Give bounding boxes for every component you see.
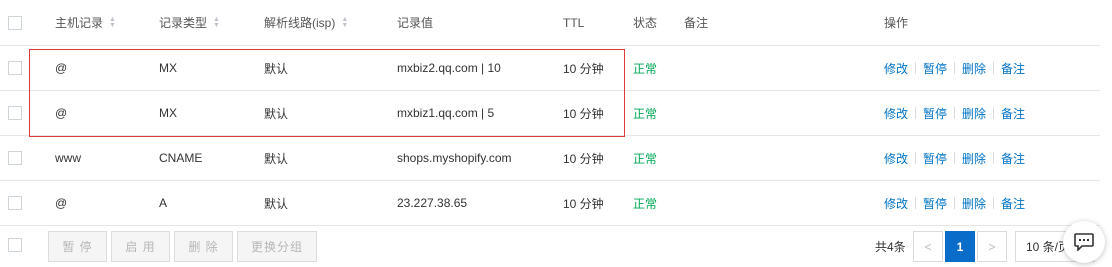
divider [954, 197, 956, 209]
pause-link[interactable]: 暂停 [923, 105, 947, 122]
divider [954, 62, 956, 74]
host-cell: @ [55, 196, 68, 210]
row-checkbox[interactable] [8, 106, 22, 120]
table-row: @ MX 默认 mxbiz2.qq.com | 10 10 分钟 正常 修改 暂… [0, 46, 1100, 91]
row-actions: 修改 暂停 删除 备注 [884, 91, 1025, 135]
table-row: @ A 默认 23.227.38.65 10 分钟 正常 修改 暂停 删除 备注 [0, 181, 1100, 226]
edit-link[interactable]: 修改 [884, 195, 908, 212]
col-type-header[interactable]: 记录类型 ▲ ▼ [159, 0, 220, 45]
col-ops-header: 操作 [884, 16, 909, 30]
batch-delete-button[interactable]: 删 除 [174, 231, 233, 262]
edit-link[interactable]: 修改 [884, 105, 908, 122]
value-cell: mxbiz1.qq.com | 5 [397, 106, 495, 120]
col-host-header[interactable]: 主机记录 ▲ ▼ [55, 0, 116, 45]
table-header: 主机记录 ▲ ▼ 记录类型 ▲ ▼ 解析线路(isp) ▲ ▼ 记录值 TTL 状态 … [0, 0, 1100, 46]
divider [915, 62, 917, 74]
batch-pause-button[interactable]: 暂 停 [48, 231, 107, 262]
remark-link[interactable]: 备注 [1001, 105, 1025, 122]
table-row: @ MX 默认 mxbiz1.qq.com | 5 10 分钟 正常 修改 暂停… [0, 91, 1100, 136]
row-actions: 修改 暂停 删除 备注 [884, 181, 1025, 225]
select-all-checkbox[interactable] [8, 15, 22, 30]
pause-link[interactable]: 暂停 [923, 60, 947, 77]
remark-link[interactable]: 备注 [1001, 195, 1025, 212]
status-cell: 正常 [633, 106, 658, 121]
delete-link[interactable]: 删除 [962, 150, 986, 167]
divider [915, 197, 917, 209]
value-cell: 23.227.38.65 [397, 196, 468, 210]
remark-link[interactable]: 备注 [1001, 60, 1025, 77]
ttl-cell: 10 分钟 [563, 61, 604, 76]
host-cell: @ [55, 61, 68, 75]
pause-link[interactable]: 暂停 [923, 195, 947, 212]
line-cell: 默认 [264, 151, 289, 166]
divider [954, 107, 956, 119]
edit-link[interactable]: 修改 [884, 60, 908, 77]
type-cell: MX [159, 61, 177, 75]
row-actions: 修改 暂停 删除 备注 [884, 136, 1025, 180]
delete-link[interactable]: 删除 [962, 60, 986, 77]
next-page-button[interactable]: > [977, 231, 1007, 262]
line-cell: 默认 [264, 196, 289, 211]
delete-link[interactable]: 删除 [962, 105, 986, 122]
value-cell: mxbiz2.qq.com | 10 [397, 61, 501, 75]
delete-link[interactable]: 删除 [962, 195, 986, 212]
row-checkbox[interactable] [8, 151, 22, 165]
col-line-header[interactable]: 解析线路(isp) ▲ ▼ [264, 0, 348, 45]
batch-enable-button[interactable]: 启 用 [111, 231, 170, 262]
footer-select-all-checkbox[interactable] [8, 238, 22, 252]
row-actions: 修改 暂停 删除 备注 [884, 46, 1025, 90]
line-cell: 默认 [264, 106, 289, 121]
chat-bubble-icon[interactable] [1063, 221, 1105, 263]
divider [915, 107, 917, 119]
edit-link[interactable]: 修改 [884, 150, 908, 167]
sort-icon[interactable]: ▲ ▼ [109, 16, 116, 29]
row-checkbox[interactable] [8, 61, 22, 75]
total-count: 共4条 [875, 240, 906, 254]
divider [993, 152, 995, 164]
host-cell: www [55, 151, 81, 165]
status-cell: 正常 [633, 196, 658, 211]
ttl-cell: 10 分钟 [563, 151, 604, 166]
col-value-header: 记录值 [397, 16, 434, 30]
divider [915, 152, 917, 164]
remark-link[interactable]: 备注 [1001, 150, 1025, 167]
table-footer: 暂 停 启 用 删 除 更换分组 共4条 < 1 > 10 条/页 [0, 223, 1112, 267]
sort-icon[interactable]: ▲ ▼ [213, 16, 220, 29]
pause-link[interactable]: 暂停 [923, 150, 947, 167]
value-cell: shops.myshopify.com [397, 151, 512, 165]
type-cell: CNAME [159, 151, 203, 165]
page-1-button[interactable]: 1 [945, 231, 975, 262]
divider [993, 62, 995, 74]
col-status-header: 状态 [633, 16, 658, 30]
col-ttl-header: TTL [563, 15, 585, 30]
divider [954, 152, 956, 164]
divider [993, 197, 995, 209]
host-cell: @ [55, 106, 68, 120]
ttl-cell: 10 分钟 [563, 196, 604, 211]
change-group-button[interactable]: 更换分组 [237, 231, 317, 262]
status-cell: 正常 [633, 61, 658, 76]
ttl-cell: 10 分钟 [563, 106, 604, 121]
divider [993, 107, 995, 119]
sort-icon[interactable]: ▲ ▼ [341, 16, 348, 29]
type-cell: MX [159, 106, 177, 120]
table-row: www CNAME 默认 shops.myshopify.com 10 分钟 正… [0, 136, 1100, 181]
line-cell: 默认 [264, 61, 289, 76]
row-checkbox[interactable] [8, 196, 22, 210]
type-cell: A [159, 196, 168, 210]
dns-records-table: 主机记录 ▲ ▼ 记录类型 ▲ ▼ 解析线路(isp) ▲ ▼ 记录值 TTL 状态 … [0, 0, 1100, 226]
col-remark-header: 备注 [684, 16, 709, 30]
prev-page-button[interactable]: < [913, 231, 943, 262]
status-cell: 正常 [633, 151, 658, 166]
